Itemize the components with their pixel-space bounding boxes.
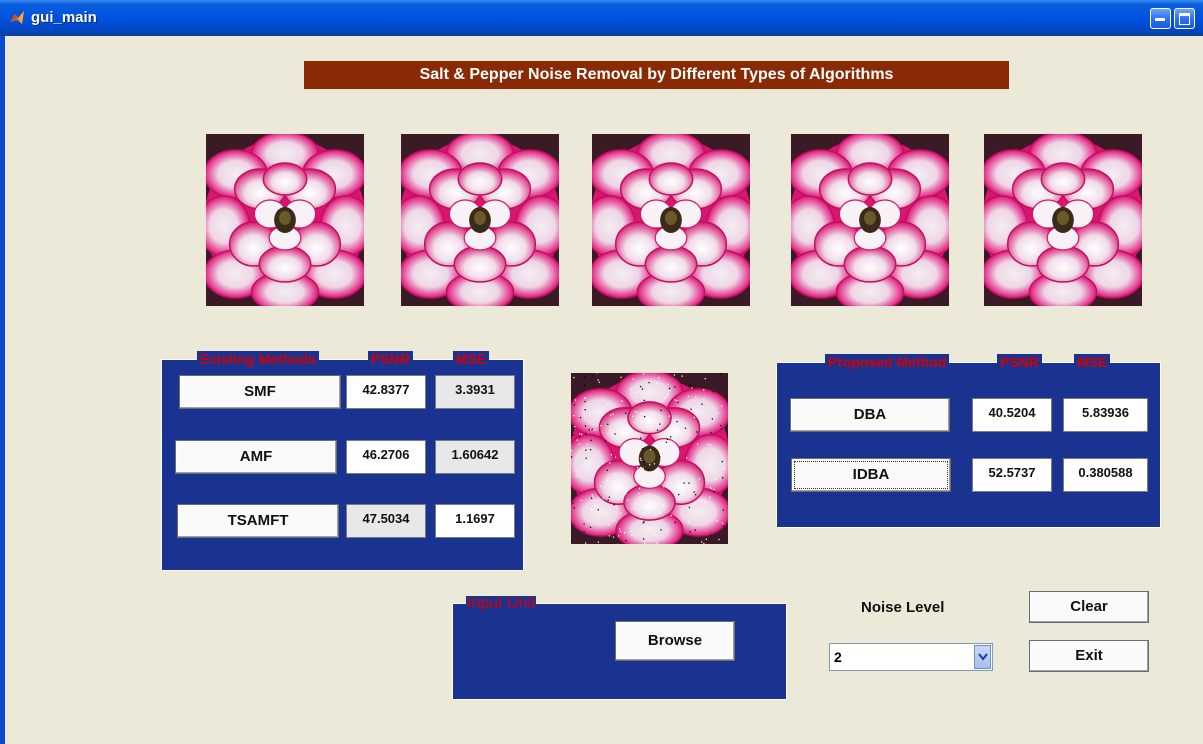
existing-methods-title: Existing Methods: [197, 351, 319, 367]
noise-level-select[interactable]: 2: [829, 643, 993, 671]
tsamft-button[interactable]: TSAMFT: [177, 504, 339, 538]
idba-mse-value: 0.380588: [1063, 458, 1148, 492]
browse-button[interactable]: Browse: [615, 621, 735, 661]
proposed-psnr-header: PSNR: [997, 354, 1042, 370]
amf-psnr-value: 46.2706: [346, 440, 426, 474]
smf-psnr-value: 42.8377: [346, 375, 426, 409]
window-titlebar[interactable]: gui_main: [0, 0, 1203, 36]
tsamft-mse-value: 1.1697: [435, 504, 515, 538]
dropdown-arrow-icon[interactable]: [974, 645, 991, 669]
noise-level-value: 2: [834, 649, 842, 665]
input-unit-title: Input Unit: [466, 595, 537, 612]
exit-button[interactable]: Exit: [1029, 640, 1149, 672]
minimize-icon: [1155, 18, 1165, 21]
noisy-input-image: [571, 373, 728, 544]
clear-button[interactable]: Clear: [1029, 591, 1149, 623]
noise-level-label: Noise Level: [861, 599, 945, 616]
existing-methods-panel: Existing Methods PSNR MSE SMF 42.8377 3.…: [161, 351, 524, 571]
amf-button[interactable]: AMF: [175, 440, 337, 474]
flower-image-2: [401, 134, 559, 306]
dba-psnr-value: 40.5204: [972, 398, 1052, 432]
flower-image-3: [592, 134, 750, 306]
flower-image-4: [791, 134, 949, 306]
page-title-banner: Salt & Pepper Noise Removal by Different…: [304, 61, 1009, 89]
proposed-mse-header: MSE: [1074, 354, 1111, 370]
existing-mse-header: MSE: [453, 351, 490, 367]
window-title: gui_main: [31, 9, 97, 26]
dba-button[interactable]: DBA: [790, 398, 950, 432]
dba-mse-value: 5.83936: [1063, 398, 1148, 432]
input-unit-panel: Input Unit Browse: [452, 596, 787, 700]
flower-image-5: [984, 134, 1142, 306]
idba-psnr-value: 52.5737: [972, 458, 1052, 492]
tsamft-psnr-value: 47.5034: [346, 504, 426, 538]
smf-button[interactable]: SMF: [179, 375, 341, 409]
flower-image-1: [206, 134, 364, 306]
amf-mse-value: 1.60642: [435, 440, 515, 474]
matlab-icon: [10, 11, 24, 24]
idba-button[interactable]: IDBA: [791, 458, 951, 492]
maximize-icon: [1179, 13, 1190, 25]
minimize-button[interactable]: [1150, 8, 1171, 29]
existing-psnr-header: PSNR: [368, 351, 413, 367]
proposed-method-panel: Proposed Method PSNR MSE DBA 40.5204 5.8…: [776, 354, 1161, 528]
smf-mse-value: 3.3931: [435, 375, 515, 409]
proposed-method-title: Proposed Method: [825, 354, 950, 370]
maximize-button[interactable]: [1174, 8, 1195, 29]
